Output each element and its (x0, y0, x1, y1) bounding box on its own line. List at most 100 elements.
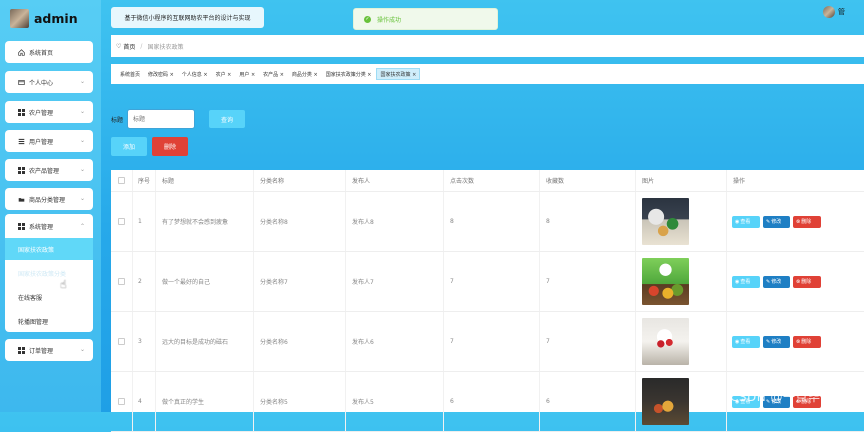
cell-image (636, 192, 727, 251)
cell-favorites: 6 (540, 372, 636, 431)
view-label: 查看 (740, 279, 751, 285)
tab-user[interactable]: 用户 × (236, 68, 258, 80)
sidebar-item-label: 用户管理 (29, 138, 54, 146)
column-header: 点击次数 (444, 170, 540, 191)
eye-icon: ◉ (735, 338, 740, 345)
sidebar-item-home[interactable]: 系统首页 (5, 41, 93, 63)
avatar (10, 8, 29, 28)
sidebar: admin 系统首页 个人中心 ⌄ 农户管理 ⌄ 用户管理 ⌄ 农产品管理 ⌄ … (0, 0, 101, 412)
list-icon (18, 138, 25, 145)
cell-clicks: 8 (444, 192, 540, 251)
tab-product[interactable]: 农产品 × (260, 68, 287, 80)
cell-title: 做一个最好的自己 (156, 252, 254, 311)
cell-index: 2 (133, 252, 156, 311)
row-checkbox-cell (111, 372, 133, 431)
vegetables-crate-image (642, 198, 689, 245)
search-bar: 标题 查询 (111, 109, 246, 129)
sidebar-subitem-policy-category[interactable]: 国家扶农政策分类 (5, 262, 93, 284)
row-checkbox[interactable] (118, 278, 125, 285)
close-circle-icon: ⊗ (796, 278, 801, 285)
watermark: CSDN @一点毕设 (730, 390, 834, 404)
sidebar-item-label: 农产品管理 (29, 167, 60, 175)
tab-policy[interactable]: 国家扶农政策 × (376, 68, 421, 80)
close-circle-icon: ⊗ (796, 218, 801, 225)
check-circle-icon: ✓ (364, 15, 371, 23)
cell-favorites: 7 (540, 312, 636, 371)
tab-profile[interactable]: 个人信息 × (179, 68, 211, 80)
user-card-icon (18, 79, 25, 86)
row-checkbox-cell (111, 192, 133, 251)
pencil-icon: ✎ (766, 218, 771, 225)
fruit-box-image (642, 318, 689, 365)
batch-delete-button[interactable]: 删除 (152, 137, 188, 156)
cell-image (636, 312, 727, 371)
breadcrumb-home[interactable]: ♡ 首页 (116, 42, 135, 51)
tab-policy-category[interactable]: 国家扶农政策分类 × (323, 68, 375, 80)
user-menu[interactable]: 管 (823, 6, 845, 18)
cell-publisher: 发布人5 (346, 372, 444, 431)
cell-publisher: 发布人8 (346, 192, 444, 251)
sidebar-item-label: 个人中心 (29, 79, 54, 87)
pencil-icon: ✎ (766, 338, 771, 345)
cell-index: 3 (133, 312, 156, 371)
breadcrumb-current: 国家扶农政策 (147, 43, 184, 51)
sidebar-item-profile[interactable]: 个人中心 ⌄ (5, 71, 93, 93)
home-icon (18, 48, 25, 56)
add-button[interactable]: 添加 (111, 137, 147, 156)
sidebar-item-categories[interactable]: 商品分类管理 ⌄ (5, 188, 93, 210)
column-header: 发布人 (346, 170, 444, 191)
sidebar-item-farmers[interactable]: 农户管理 ⌄ (5, 101, 93, 123)
cell-category: 分类名称6 (254, 312, 346, 371)
folder-icon (18, 196, 25, 203)
delete-button[interactable]: ⊗ 删除 (793, 335, 821, 348)
sidebar-item-label: 商品分类管理 (29, 196, 66, 204)
tab-product-category[interactable]: 商品分类 × (289, 68, 321, 80)
view-label: 查看 (740, 339, 751, 345)
cell-publisher: 发布人7 (346, 252, 444, 311)
sidebar-subitem-policy[interactable]: 国家扶农政策 (5, 238, 93, 260)
cell-favorites: 8 (540, 192, 636, 251)
delete-button[interactable]: ⊗ 删除 (793, 275, 821, 288)
heart-icon: ♡ (116, 42, 122, 50)
cell-title: 远大的目标是成功的磁石 (156, 312, 254, 371)
tab-home[interactable]: 系统首页 (117, 68, 143, 80)
farm-produce-poster-image (642, 258, 689, 305)
tab-change-password[interactable]: 修改密码 × (145, 68, 177, 80)
sidebar-item-orders[interactable]: 订单管理 ⌄ (5, 339, 93, 361)
row-checkbox[interactable] (118, 398, 125, 405)
user-name: 管 (838, 8, 845, 16)
edit-button[interactable]: ✎ 修改 (763, 335, 790, 348)
breadcrumb-home-label: 首页 (123, 43, 136, 51)
cell-category: 分类名称7 (254, 252, 346, 311)
view-button[interactable]: ◉ 查看 (732, 335, 760, 348)
cell-image (636, 252, 727, 311)
view-button[interactable]: ◉ 查看 (732, 215, 760, 228)
table-row: 3 远大的目标是成功的磁石 分类名称6 发布人6 7 7 ◉ 查看 ✎ 修改 ⊗ 删除 (111, 312, 864, 372)
delete-button[interactable]: ⊗ 删除 (793, 215, 821, 228)
edit-button[interactable]: ✎ 修改 (763, 275, 790, 288)
sidebar-item-label: 系统管理 (29, 223, 54, 231)
row-checkbox-cell (111, 312, 133, 371)
sidebar-item-system[interactable]: 系统管理 ⌃ (5, 214, 93, 238)
chevron-down-icon: ⌄ (79, 78, 85, 85)
sidebar-subitem-online-service[interactable]: 在线客服 (5, 286, 93, 308)
title-search-input[interactable] (127, 109, 196, 129)
sidebar-item-label: 系统首页 (29, 49, 54, 57)
sidebar-item-label: 订单管理 (29, 347, 54, 355)
row-checkbox[interactable] (118, 338, 125, 345)
sidebar-item-products[interactable]: 农产品管理 ⌄ (5, 159, 93, 181)
row-checkbox-cell (111, 252, 133, 311)
sidebar-subitem-carousel[interactable]: 轮播图管理 (5, 310, 93, 332)
row-checkbox[interactable] (118, 218, 125, 225)
edit-button[interactable]: ✎ 修改 (763, 215, 790, 228)
policy-table: 序号 标题 分类名称 发布人 点击次数 收藏数 图片 操作 1 有了梦想就不会感… (111, 170, 864, 432)
chevron-down-icon: ⌄ (79, 166, 85, 173)
select-all-checkbox[interactable] (118, 177, 125, 184)
column-header: 操作 (733, 178, 746, 185)
sidebar-group-system: 系统管理 ⌃ 国家扶农政策 国家扶农政策分类 在线客服 轮播图管理 (5, 214, 93, 332)
column-header: 图片 (636, 170, 727, 191)
view-button[interactable]: ◉ 查看 (732, 275, 760, 288)
tab-farmer[interactable]: 农户 × (213, 68, 235, 80)
search-button[interactable]: 查询 (209, 110, 246, 128)
sidebar-item-users[interactable]: 用户管理 ⌄ (5, 130, 93, 152)
